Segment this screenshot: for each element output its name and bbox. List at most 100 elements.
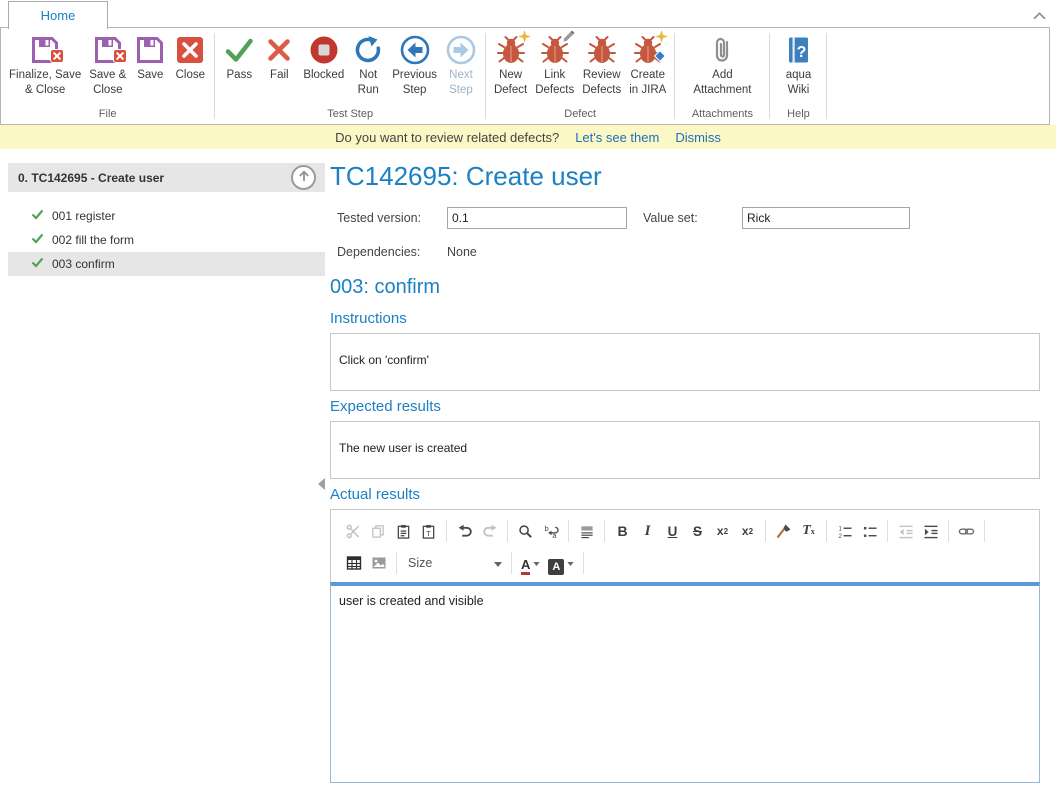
close-button[interactable]: Close (170, 31, 210, 83)
background-color-button[interactable]: A (544, 551, 578, 575)
insert-image-icon[interactable] (366, 551, 391, 575)
group-label-defect: Defect (486, 108, 674, 124)
redo-icon[interactable] (477, 519, 502, 543)
page-title: TC142695: Create user (330, 161, 602, 192)
previous-step-button[interactable]: PreviousStep (388, 31, 441, 98)
step-passed-check-icon (31, 257, 44, 271)
link-defects-button[interactable]: LinkDefects (531, 31, 578, 98)
not-run-button[interactable]: NotRun (348, 31, 388, 98)
save-and-close-button[interactable]: Save &Close (85, 31, 130, 98)
toolbar-separator (446, 520, 447, 542)
italic-icon[interactable]: I (635, 519, 660, 543)
svg-text:b: b (544, 524, 548, 533)
svg-text:2: 2 (838, 533, 842, 539)
format-painter-icon[interactable] (771, 519, 796, 543)
dismiss-link[interactable]: Dismiss (675, 130, 721, 145)
instructions-text: Click on 'confirm' (339, 353, 429, 367)
previous-arrow-icon (399, 34, 431, 66)
group-label-attachments: Attachments (675, 108, 769, 124)
copy-icon[interactable] (366, 519, 391, 543)
chevron-down-icon (533, 553, 540, 571)
tab-home[interactable]: Home (8, 1, 108, 29)
tested-version-input[interactable] (447, 207, 627, 229)
aqua-wiki-button[interactable]: ? aquaWiki (774, 31, 822, 98)
bug-new-icon (495, 34, 527, 66)
strikethrough-icon[interactable]: S (685, 519, 710, 543)
fail-button[interactable]: Fail (259, 31, 299, 83)
instructions-label: Instructions (330, 310, 407, 327)
find-icon[interactable] (513, 519, 538, 543)
ribbon-group-test-step: Pass Fail Blocked NotRun PreviousStep Ne… (215, 28, 485, 124)
panel-splitter-collapse[interactable] (318, 478, 325, 490)
sidebar-step-003[interactable]: 003 confirm (8, 252, 325, 276)
save-icon (134, 34, 166, 66)
save-icon (92, 34, 124, 66)
fail-x-icon (263, 34, 295, 66)
sidebar-step-001[interactable]: 001 register (8, 204, 325, 228)
paste-icon[interactable] (391, 519, 416, 543)
new-defect-button[interactable]: NewDefect (490, 31, 531, 98)
ribbon-group-attachments: AddAttachment Attachments (675, 28, 769, 124)
test-execution-panel: TC142695: Create user Tested version: Va… (330, 149, 1041, 789)
superscript-icon[interactable]: x2 (735, 519, 760, 543)
text-color-button[interactable]: A (517, 551, 544, 575)
link-icon[interactable] (954, 519, 979, 543)
test-case-header-row[interactable]: 0. TC142695 - Create user (8, 163, 325, 192)
create-in-jira-button[interactable]: Createin JIRA (625, 31, 670, 98)
ribbon-group-defect: NewDefect LinkDefects ReviewDefects (486, 28, 674, 124)
replace-icon[interactable]: ba (538, 519, 563, 543)
background-color-icon: A (548, 559, 564, 575)
close-badge-icon (50, 49, 64, 68)
sidebar-step-002[interactable]: 002 fill the form (8, 228, 325, 252)
paperclip-icon (706, 34, 738, 66)
bug-icon (586, 34, 618, 66)
numbered-list-icon[interactable]: 12 (832, 519, 857, 543)
bold-icon[interactable]: B (610, 519, 635, 543)
finalize-save-close-button[interactable]: Finalize, Save& Close (5, 31, 85, 98)
close-badge-icon (113, 49, 127, 68)
save-button[interactable]: Save (130, 31, 170, 83)
insert-table-icon[interactable] (341, 551, 366, 575)
add-attachment-button[interactable]: AddAttachment (679, 31, 765, 98)
underline-icon[interactable]: U (660, 519, 685, 543)
save-icon (29, 34, 61, 66)
chevron-up-icon (1033, 7, 1046, 24)
scroll-to-top-button[interactable] (291, 165, 316, 190)
dependencies-label: Dependencies: (337, 245, 420, 259)
pencil-badge-icon (562, 30, 575, 48)
step-title: 003: confirm (330, 276, 440, 299)
group-label-test-step: Test Step (215, 108, 485, 124)
decrease-indent-icon[interactable] (893, 519, 918, 543)
bug-jira-icon (632, 34, 664, 66)
blocked-button[interactable]: Blocked (299, 31, 348, 83)
value-set-input[interactable] (742, 207, 910, 229)
next-step-button[interactable]: NextStep (441, 31, 481, 98)
undo-icon[interactable] (452, 519, 477, 543)
editor-toolbar-row-1: T ba B I U S x2 x2 (341, 515, 1029, 547)
review-defects-button[interactable]: ReviewDefects (578, 31, 625, 98)
toolbar-separator (604, 520, 605, 542)
diamond-badge-icon (653, 49, 667, 68)
paste-plain-text-icon[interactable]: T (416, 519, 441, 543)
bulleted-list-icon[interactable] (857, 519, 882, 543)
text-block-icon[interactable] (574, 519, 599, 543)
ribbon: Finalize, Save& Close Save &Close Save (0, 27, 1050, 125)
actual-results-label: Actual results (330, 486, 420, 503)
collapse-ribbon-button[interactable] (1033, 7, 1046, 25)
subscript-icon[interactable]: x2 (710, 519, 735, 543)
increase-indent-icon[interactable] (918, 519, 943, 543)
actual-results-editor: T ba B I U S x2 x2 (330, 509, 1040, 783)
lets-see-them-link[interactable]: Let's see them (575, 130, 659, 145)
cut-icon[interactable] (341, 519, 366, 543)
expected-results-box: The new user is created (330, 421, 1040, 479)
pass-button[interactable]: Pass (219, 31, 259, 83)
expected-results-label: Expected results (330, 398, 441, 415)
step-label: 001 register (52, 209, 115, 223)
actual-results-text-area[interactable]: user is created and visible (330, 582, 1040, 783)
not-run-refresh-icon (352, 34, 384, 66)
font-size-dropdown[interactable]: Size (402, 551, 506, 575)
remove-format-icon[interactable]: Tx (796, 519, 821, 543)
star-badge-icon (518, 30, 531, 48)
arrow-up-icon (297, 169, 311, 186)
test-step-sidebar: 0. TC142695 - Create user 001 register 0… (8, 163, 325, 276)
